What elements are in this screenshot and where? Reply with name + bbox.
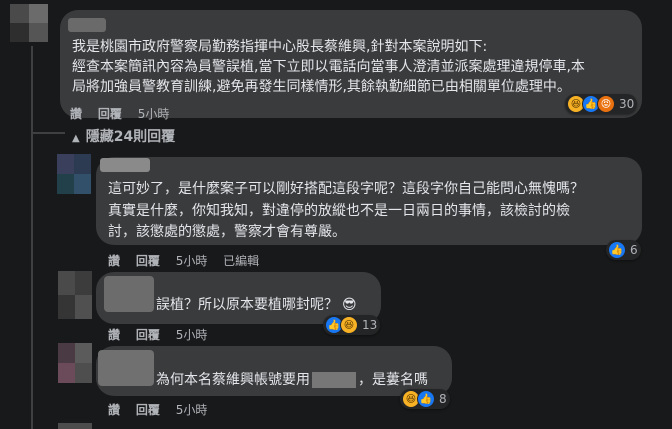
avatar[interactable] bbox=[58, 343, 92, 383]
chevron-up-icon: ▲ bbox=[72, 133, 80, 144]
avatar[interactable] bbox=[10, 4, 48, 42]
author-name-redacted bbox=[104, 276, 154, 312]
redacted-account-name bbox=[312, 372, 356, 388]
like-button[interactable]: 讚 bbox=[108, 328, 120, 342]
comment-actions: 讚 回覆 5小時 bbox=[108, 401, 219, 418]
comment-text-after: ，是蔞名嗎 bbox=[358, 372, 428, 388]
reply-button[interactable]: 回覆 bbox=[136, 328, 160, 342]
like-button[interactable]: 讚 bbox=[108, 403, 120, 417]
comment-text-line: 討，該懲處的懲處，警察才會有尊嚴。 bbox=[108, 224, 346, 240]
haha-icon: 😆 bbox=[340, 316, 358, 334]
reply-button[interactable]: 回覆 bbox=[136, 254, 160, 268]
reply-button[interactable]: 回覆 bbox=[98, 107, 122, 121]
avatar[interactable] bbox=[58, 271, 92, 319]
comment-actions: 讚 回覆 5小時 bbox=[70, 105, 181, 122]
reactions-badge[interactable]: 👍 😆 13 bbox=[323, 315, 381, 335]
comment-text-line: 經查本案簡訊內容為員警誤植,當下立即以電話向當事人澄清並派案處理違規停車,本 bbox=[72, 59, 585, 75]
like-icon: 👍 bbox=[417, 390, 435, 408]
like-button[interactable]: 讚 bbox=[70, 107, 82, 121]
author-name-redacted bbox=[100, 158, 150, 172]
comment-text-line: 這可妙了，是什麼案子可以剛好搭配這段字呢？這段字你自己能問心無愧嗎？ bbox=[108, 181, 584, 197]
thread-line bbox=[31, 46, 33, 429]
thread-branch bbox=[31, 132, 65, 134]
reactions-badge[interactable]: 👍 6 bbox=[606, 240, 641, 260]
author-name-redacted bbox=[98, 350, 154, 386]
hide-replies-label: 隱藏24則回覆 bbox=[85, 129, 176, 145]
timestamp[interactable]: 5小時 bbox=[176, 403, 208, 417]
timestamp[interactable]: 5小時 bbox=[138, 107, 170, 121]
author-name-redacted bbox=[68, 18, 106, 32]
comment-text-before: 為何本名蔡維興帳號要用 bbox=[156, 372, 310, 388]
avatar[interactable] bbox=[58, 423, 92, 429]
like-icon: 👍 bbox=[608, 241, 626, 259]
edited-label[interactable]: 已編輯 bbox=[223, 254, 259, 268]
comment-text-line: 真實是什麼，你知我知，對違停的放縱也不是一日兩日的事情，該檢討的檢 bbox=[108, 203, 570, 219]
avatar[interactable] bbox=[57, 154, 91, 194]
reactions-badge[interactable]: 😆 👍 😡 30 bbox=[565, 94, 638, 114]
timestamp[interactable]: 5小時 bbox=[176, 254, 208, 268]
reply-button[interactable]: 回覆 bbox=[136, 403, 160, 417]
reaction-count: 13 bbox=[362, 318, 378, 332]
reaction-count: 6 bbox=[630, 243, 638, 257]
reactions-badge[interactable]: 😆 👍 8 bbox=[400, 389, 450, 409]
reaction-count: 8 bbox=[439, 392, 447, 406]
comment-text-line: 誤植？所以原本要植哪封呢？ bbox=[156, 297, 338, 313]
comment-text-line: 局將加強員警教育訓練,避免再發生同樣情形,其餘執勤細節已由相關單位處理中。 bbox=[72, 79, 571, 95]
timestamp[interactable]: 5小時 bbox=[176, 328, 208, 342]
like-button[interactable]: 讚 bbox=[108, 254, 120, 268]
hide-replies-button[interactable]: ▲ 隱藏24則回覆 bbox=[72, 126, 175, 146]
cool-emoji: 😎 bbox=[342, 297, 357, 313]
reaction-count: 30 bbox=[619, 97, 635, 111]
angry-icon: 😡 bbox=[597, 95, 615, 113]
comment-text: 為何本名蔡維興帳號要用 ，是蔞名嗎 bbox=[156, 369, 428, 391]
comment-actions: 讚 回覆 5小時 已編輯 bbox=[108, 252, 271, 269]
comment-text: 誤植？所以原本要植哪封呢？ 😎 bbox=[156, 294, 357, 316]
comment-text-line: 我是桃園市政府警察局勤務指揮中心股長蔡維興,針對本案說明如下: bbox=[72, 39, 488, 55]
comment-actions: 讚 回覆 5小時 bbox=[108, 326, 219, 343]
